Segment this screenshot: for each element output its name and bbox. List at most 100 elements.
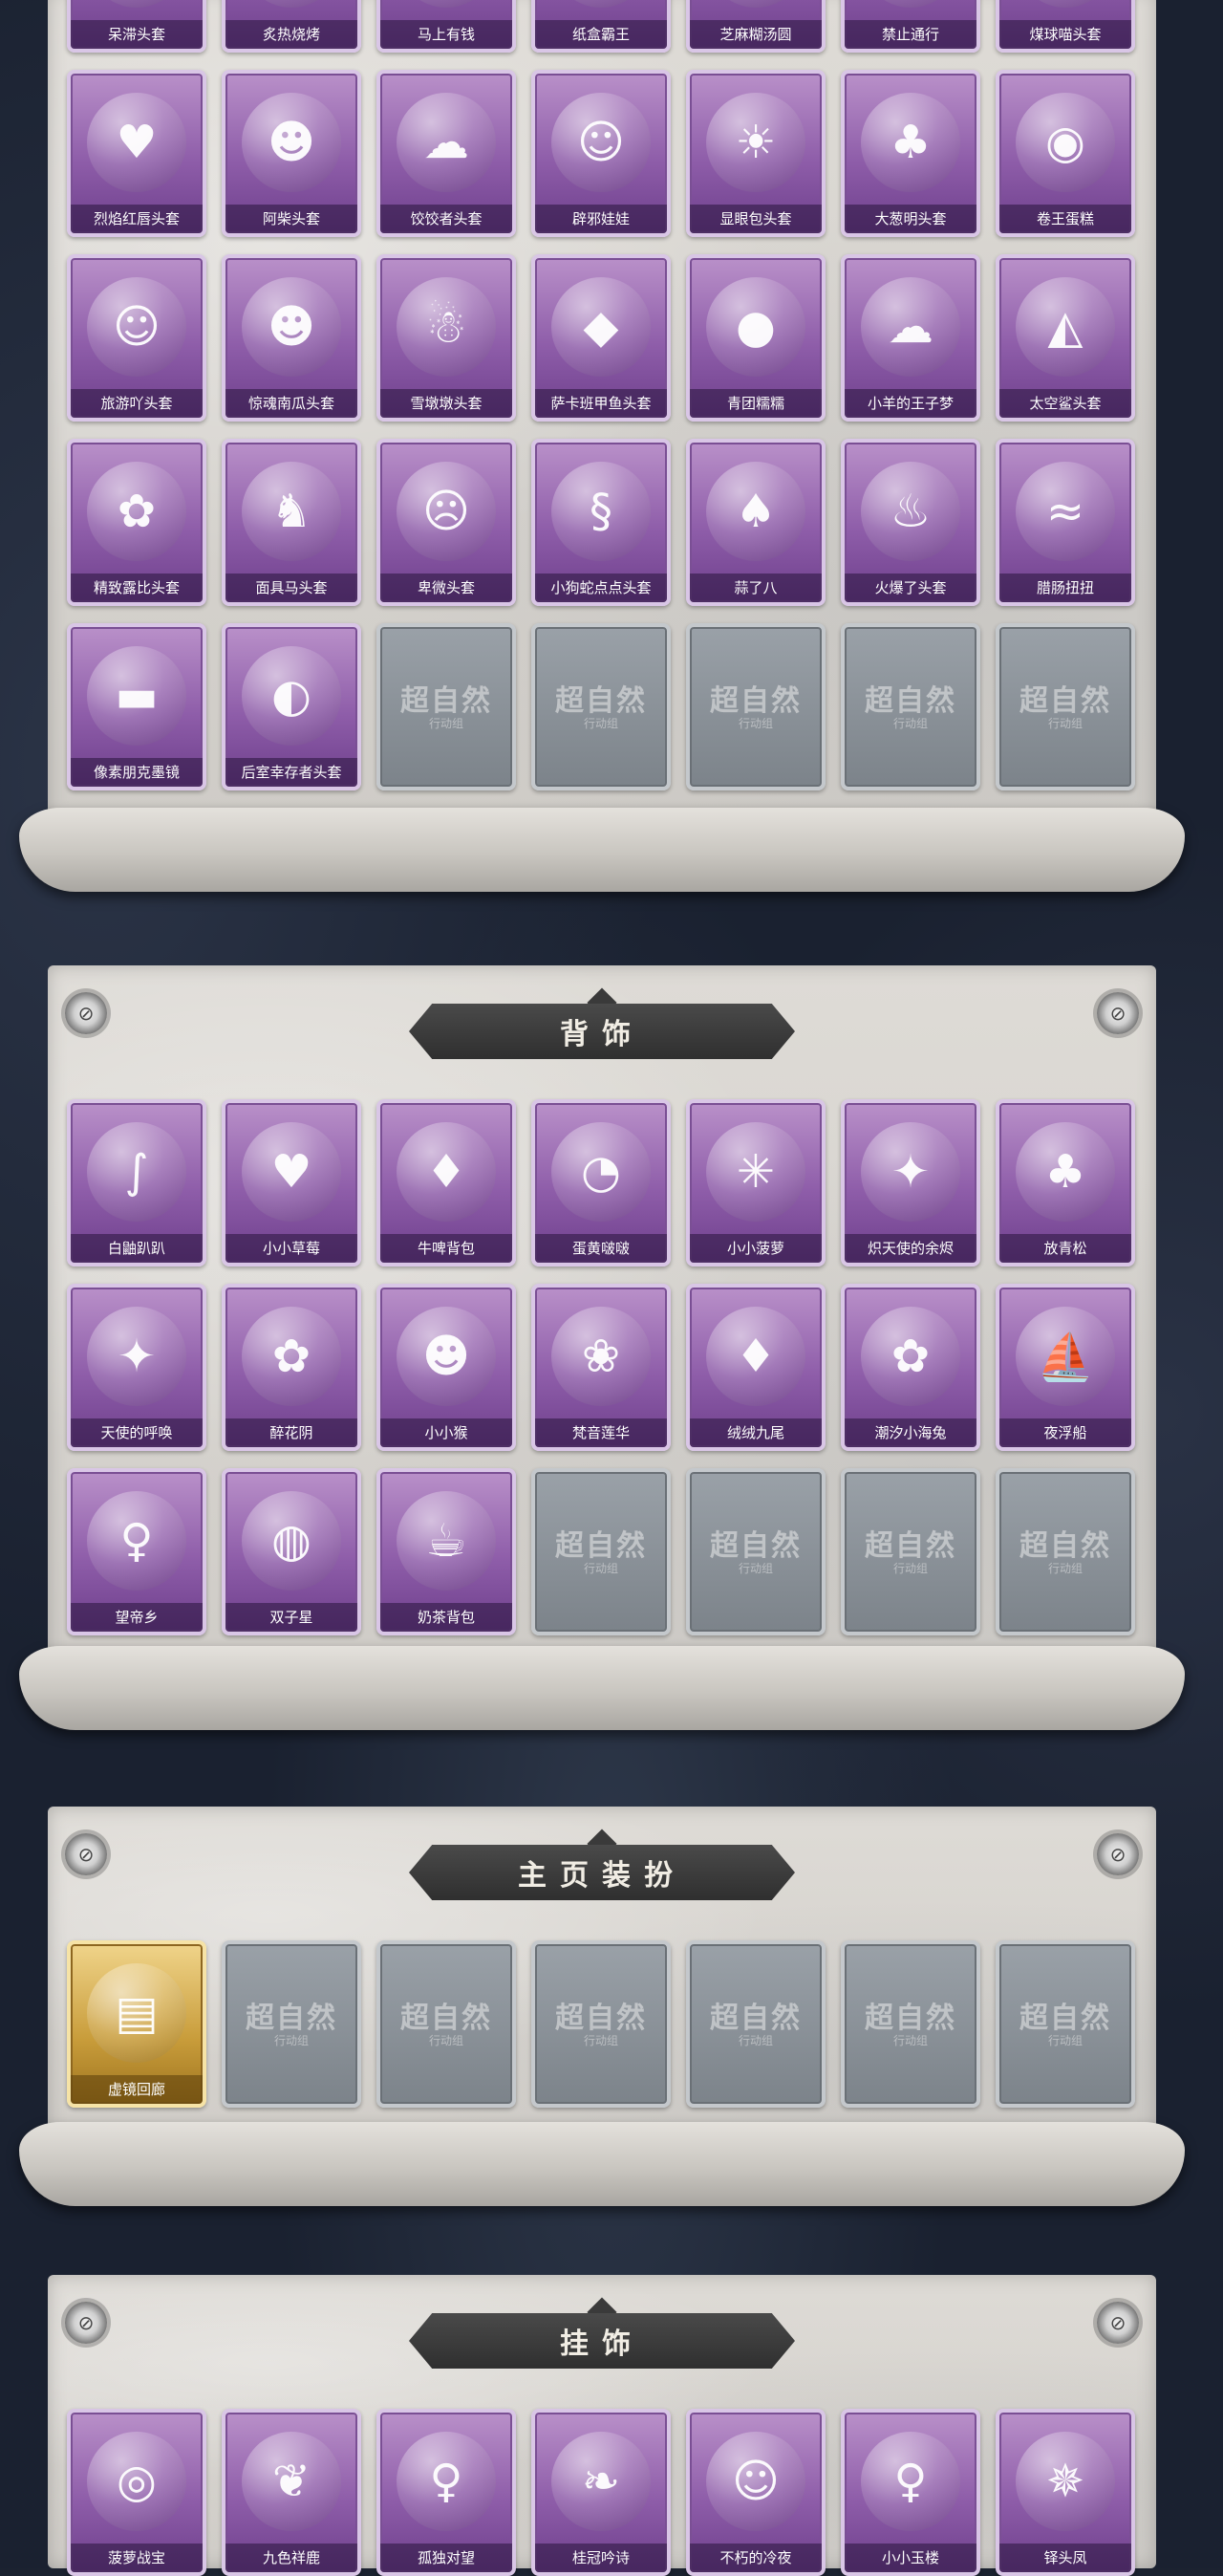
item-card[interactable]: ❧ 桂冠吟诗 <box>531 2409 671 2576</box>
item-card[interactable]: ◆ 萨卡班甲鱼头套 <box>531 254 671 422</box>
item-card[interactable]: ✳ 小小菠萝 <box>686 1099 826 1266</box>
item-card[interactable]: ◍ 双子星 <box>222 1468 361 1635</box>
item-card[interactable]: ☻ 惊魂南瓜头套 <box>222 254 361 422</box>
item-card[interactable]: ♀ 望帝乡 <box>67 1468 206 1635</box>
lotus-icon: ❀ <box>551 1307 651 1406</box>
watermark-subtitle: 行动组 <box>1047 1562 1083 1575</box>
lips-icon: ♥ <box>87 93 186 192</box>
bulb-icon: ☀ <box>706 93 805 192</box>
item-name: 卷王蛋糕 <box>999 205 1131 233</box>
item-card[interactable]: ✿ 潮汐小海兔 <box>841 1284 980 1451</box>
item-card[interactable]: ⛵ 夜浮船 <box>996 1284 1135 1451</box>
watermark-subtitle: 行动组 <box>583 717 618 730</box>
item-card[interactable]: ❦ 九色祥鹿 <box>222 2409 361 2576</box>
item-card[interactable]: ♣ 放青松 <box>996 1099 1135 1266</box>
watermark-subtitle: 行动组 <box>428 2034 463 2047</box>
item-name: 烈焰红唇头套 <box>71 205 203 233</box>
item-card[interactable]: ✿ 醉花阴 <box>222 1284 361 1451</box>
pumpkin-icon: ☻ <box>242 277 341 377</box>
item-card[interactable]: ☕ 奶茶背包 <box>376 1468 516 1635</box>
item-card[interactable]: ✿ 精致露比头套 <box>67 439 206 606</box>
item-card[interactable]: ⊖ 禁止通行 <box>841 0 980 53</box>
item-slot-empty: 超自然 行动组 <box>841 1940 980 2108</box>
item-name: 醉花阴 <box>225 1418 357 1447</box>
item-card[interactable]: ♨ 炙热烧烤 <box>222 0 361 53</box>
section-banner: 背饰 <box>409 1004 795 1059</box>
item-name: 梵音莲华 <box>535 1418 667 1447</box>
watermark-subtitle: 行动组 <box>892 1562 928 1575</box>
item-slot-empty: 超自然 行动组 <box>222 1940 361 2108</box>
shark-icon: ◭ <box>1016 277 1115 377</box>
item-card[interactable]: ● 芝麻糊汤圆 <box>686 0 826 53</box>
item-card[interactable]: ▣ 纸盒霸王 <box>531 0 671 53</box>
item-card[interactable]: ◉ 卷王蛋糕 <box>996 70 1135 237</box>
item-card[interactable]: ♥ 烈焰红唇头套 <box>67 70 206 237</box>
item-name: 炙热烧烤 <box>225 20 357 49</box>
item-card[interactable]: ♦ 牛啤背包 <box>376 1099 516 1266</box>
item-card[interactable]: ☃ 雪墩墩头套 <box>376 254 516 422</box>
sad-icon: ☹ <box>397 462 496 561</box>
item-card[interactable]: ∫ 白鼬趴趴 <box>67 1099 206 1266</box>
item-card[interactable]: ¥ 马上有钱 <box>376 0 516 53</box>
item-card[interactable]: § 小狗蛇点点头套 <box>531 439 671 606</box>
item-card[interactable]: ☁ 小羊的王子梦 <box>841 254 980 422</box>
item-slot-empty: 超自然 行动组 <box>841 623 980 790</box>
item-slot-empty: 超自然 行动组 <box>686 1468 826 1635</box>
item-card[interactable]: ● 青团糯糯 <box>686 254 826 422</box>
item-name: 面具马头套 <box>225 574 357 602</box>
girl-icon: ♀ <box>87 1491 186 1591</box>
monkey-icon: ☻ <box>397 1307 496 1406</box>
item-card[interactable]: ♠ 蒜了八 <box>686 439 826 606</box>
item-card[interactable]: ☁ 饺饺者头套 <box>376 70 516 237</box>
item-card[interactable]: ♦ 绒绒九尾 <box>686 1284 826 1451</box>
bunny-icon: ✿ <box>87 462 186 561</box>
item-card[interactable]: ♞ 面具马头套 <box>222 439 361 606</box>
item-card[interactable]: ☹ 卑微头套 <box>376 439 516 606</box>
sunglasses-icon: ▬ <box>87 646 186 746</box>
item-card[interactable]: ▤ 虚镜回廊 <box>67 1940 206 2108</box>
item-card[interactable]: ▬ 像素朋克墨镜 <box>67 623 206 790</box>
item-card[interactable]: ✦ 天使的呼唤 <box>67 1284 206 1451</box>
item-name: 饺饺者头套 <box>380 205 512 233</box>
watermark-subtitle: 行动组 <box>892 2034 928 2047</box>
item-card[interactable]: ◐ 后室幸存者头套 <box>222 623 361 790</box>
cat-icon: ☺ <box>1016 0 1115 8</box>
box-icon: ▣ <box>551 0 651 8</box>
watermark-logo: 超自然 <box>1019 1529 1111 1563</box>
item-card[interactable]: ≈ 腊肠扭扭 <box>996 439 1135 606</box>
watermark-subtitle: 行动组 <box>738 2034 773 2047</box>
item-card[interactable]: ◔ 蛋黄啵啵 <box>531 1099 671 1266</box>
item-card[interactable]: ♀ 孤独对望 <box>376 2409 516 2576</box>
item-card[interactable]: ✵ 铎头凤 <box>996 2409 1135 2576</box>
item-card[interactable]: ☺ 旅游吖头套 <box>67 254 206 422</box>
item-card[interactable]: ☻ 小小猴 <box>376 1284 516 1451</box>
item-name: 禁止通行 <box>845 20 976 49</box>
item-card[interactable]: ☺ 煤球喵头套 <box>996 0 1135 53</box>
bunny-icon: ✿ <box>861 1307 960 1406</box>
item-card[interactable]: ◎ 菠萝战宝 <box>67 2409 206 2576</box>
item-card[interactable]: ☺ 辟邪娃娃 <box>531 70 671 237</box>
scroll-bottom <box>19 2122 1185 2206</box>
item-card[interactable]: ✦ 炽天使的余烬 <box>841 1099 980 1266</box>
item-card[interactable]: ◕ 呆滞头套 <box>67 0 206 53</box>
section-title: 挂饰 <box>560 2327 644 2361</box>
item-card[interactable]: ♀ 小小玉楼 <box>841 2409 980 2576</box>
watermark-subtitle: 行动组 <box>273 2034 309 2047</box>
item-card[interactable]: ♥ 小小草莓 <box>222 1099 361 1266</box>
item-card[interactable]: ♨ 火爆了头套 <box>841 439 980 606</box>
item-card[interactable]: ◭ 太空鲨头套 <box>996 254 1135 422</box>
item-card[interactable]: ☀ 显眼包头套 <box>686 70 826 237</box>
item-card[interactable]: ☺ 不朽的冷夜 <box>686 2409 826 2576</box>
scroll-bottom <box>19 808 1185 892</box>
cloud-icon: ☁ <box>397 93 496 192</box>
item-name: 潮汐小海兔 <box>845 1418 976 1447</box>
compass-icon: ⊘ <box>65 2302 107 2344</box>
item-card[interactable]: ☻ 阿柴头套 <box>222 70 361 237</box>
item-card[interactable]: ❀ 梵音莲华 <box>531 1284 671 1451</box>
item-name: 精致露比头套 <box>71 574 203 602</box>
sausage-icon: ≈ <box>1016 462 1115 561</box>
item-card[interactable]: ♣ 大葱明头套 <box>841 70 980 237</box>
figure-icon: ♀ <box>397 2432 496 2531</box>
girl-icon: ♀ <box>861 2432 960 2531</box>
item-name: 卑微头套 <box>380 574 512 602</box>
